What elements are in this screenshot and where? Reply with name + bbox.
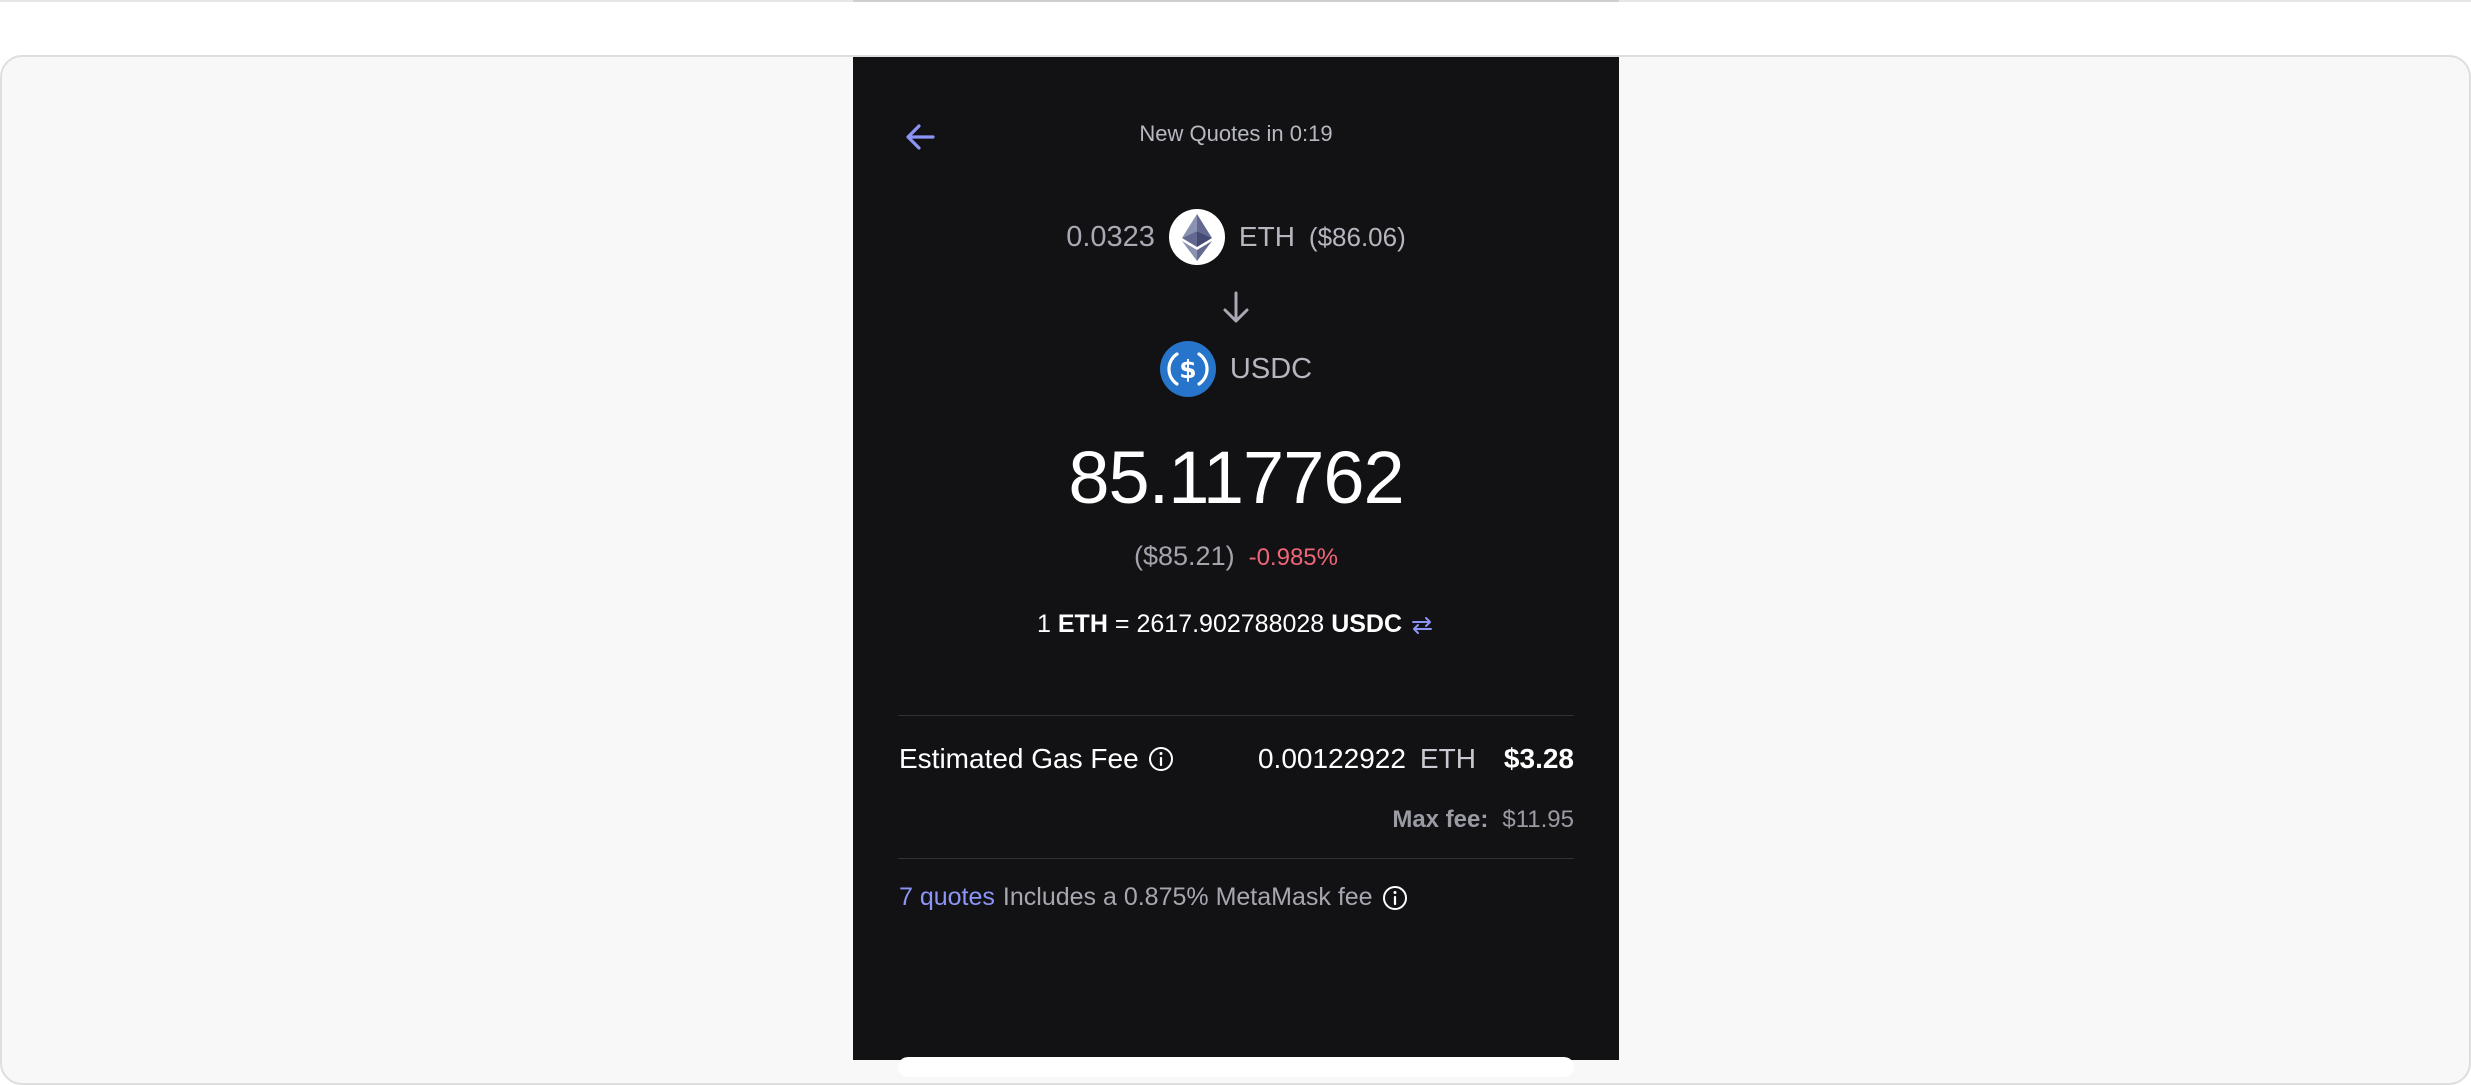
rate-to-symbol: USDC: [1331, 610, 1403, 638]
to-token-row: $ USDC: [853, 341, 1619, 397]
gas-fee-amount: 0.00122922: [1257, 743, 1406, 774]
from-symbol: ETH: [1238, 221, 1295, 252]
usdc-logo-icon: $: [1159, 341, 1216, 397]
max-fee-value: $11.95: [1502, 806, 1574, 833]
svg-text:$: $: [1179, 355, 1196, 384]
to-fiat-row: ($85.21) -0.985%: [853, 541, 1619, 572]
max-fee-row: Max fee: $11.95: [1392, 806, 1574, 834]
browser-top-area: [0, 0, 2471, 56]
gas-fee-label: Estimated Gas Fee: [899, 743, 1139, 774]
to-fiat-value: ($85.21): [1134, 541, 1235, 571]
max-fee-label: Max fee:: [1392, 806, 1489, 833]
quotes-row: 7 quotes Includes a 0.875% MetaMask fee: [899, 883, 1408, 912]
swap-arrows-icon[interactable]: [1409, 612, 1435, 638]
arrow-down-icon: [1223, 291, 1249, 323]
exchange-rate[interactable]: 1 ETH = 2617.902788028 USDC: [853, 610, 1619, 639]
swap-review-popup: New Quotes in 0:19 0.0323 ETH ($86.06) $: [853, 57, 1619, 1077]
gas-fee-symbol: ETH: [1419, 743, 1476, 774]
quote-timer: New Quotes in 0:19: [1139, 121, 1333, 146]
gas-fee-value-row: 0.00122922 ETH $3.28: [1258, 743, 1574, 775]
rate-from-symbol: ETH: [1057, 610, 1108, 638]
rate-prefix: 1: [1036, 610, 1051, 638]
info-icon[interactable]: [1382, 885, 1408, 911]
rate-value: 2617.902788028: [1136, 610, 1325, 638]
gas-fee-fiat: $3.28: [1503, 743, 1574, 774]
to-symbol: USDC: [1229, 352, 1313, 385]
top-divider-popup: [853, 0, 1619, 2]
to-amount: 85.117762: [1068, 436, 1404, 519]
quotes-link[interactable]: 7 quotes: [899, 883, 995, 912]
rate-equals: =: [1114, 610, 1130, 638]
from-amount: 0.0323: [1066, 220, 1155, 253]
divider: [898, 858, 1574, 859]
price-difference-percent: -0.985%: [1248, 544, 1338, 571]
swap-direction: [853, 287, 1619, 327]
divider: [898, 715, 1574, 716]
from-fiat-value: ($86.06): [1308, 221, 1406, 252]
info-icon[interactable]: [1148, 746, 1174, 772]
eth-logo-icon: [1168, 209, 1225, 265]
metamask-fee-text: Includes a 0.875% MetaMask fee: [1002, 883, 1373, 911]
submit-swap-button[interactable]: [898, 1057, 1574, 1077]
gas-fee-label-row: Estimated Gas Fee: [899, 743, 1174, 775]
from-token-row: 0.0323 ETH ($86.06): [853, 209, 1619, 265]
